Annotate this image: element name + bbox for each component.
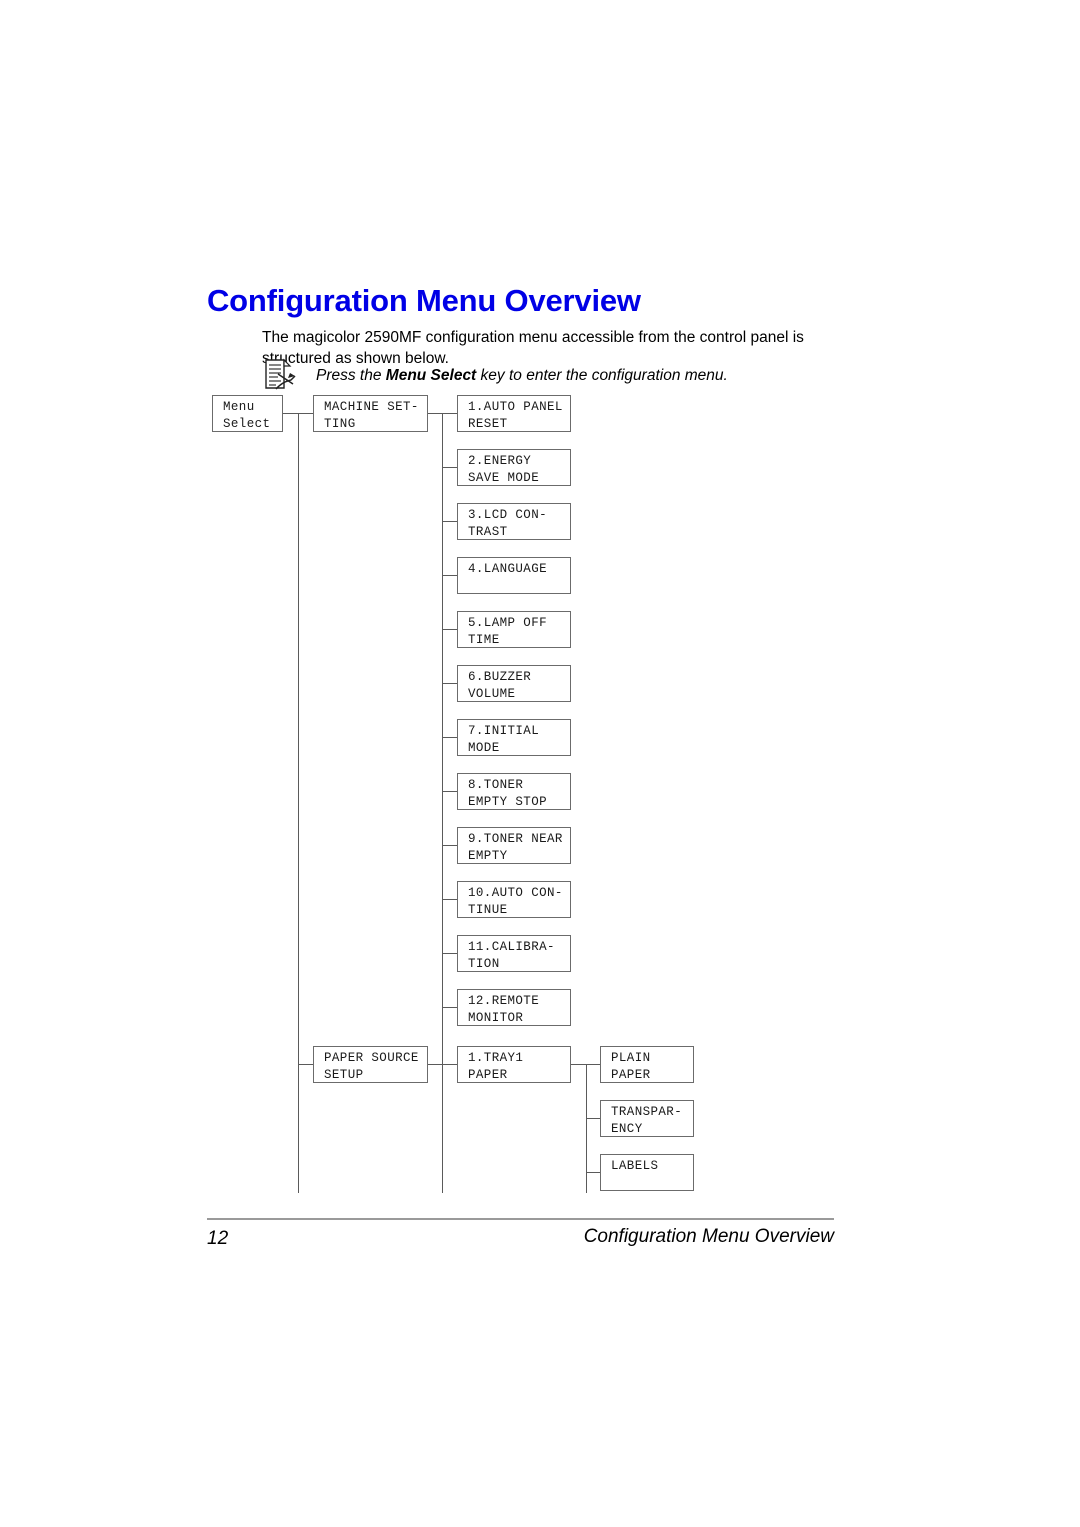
menu-node-auto-continue[interactable]: 10.AUTO CON- TINUE [457, 881, 571, 918]
stub-item-7 [442, 737, 457, 738]
menu-node-buzzer-volume[interactable]: 6.BUZZER VOLUME [457, 665, 571, 702]
trunk-level1 [298, 413, 299, 1193]
menu-node-initial-mode[interactable]: 7.INITIAL MODE [457, 719, 571, 756]
stub-tray1 [442, 1064, 457, 1065]
stub-item-5 [442, 629, 457, 630]
menu-node-plain-paper[interactable]: PLAIN PAPER [600, 1046, 694, 1083]
menu-node-machine-setting[interactable]: MACHINE SET- TING [313, 395, 428, 432]
trunk-level2 [442, 413, 443, 1193]
menu-node-transparency[interactable]: TRANSPAR- ENCY [600, 1100, 694, 1137]
document-page: Configuration Menu Overview The magicolo… [0, 0, 1080, 1527]
configuration-menu-tree: Menu Select MACHINE SET- TING PAPER SOURCE… [0, 0, 1080, 1527]
stub-item-9 [442, 845, 457, 846]
stub-item-1 [442, 413, 457, 414]
footer-page-number: 12 [207, 1228, 229, 1249]
stub-tray1-out [571, 1064, 586, 1065]
stub-transp [586, 1118, 600, 1119]
stub-item-10 [442, 899, 457, 900]
menu-node-labels[interactable]: LABELS [600, 1154, 694, 1191]
stub-machine-setting [298, 413, 313, 414]
menu-node-menu-select[interactable]: Menu Select [212, 395, 283, 432]
stub-item-8 [442, 791, 457, 792]
menu-node-toner-near-empty[interactable]: 9.TONER NEAR EMPTY [457, 827, 571, 864]
stub-item-4 [442, 575, 457, 576]
stub-item-11 [442, 953, 457, 954]
menu-node-toner-empty-stop[interactable]: 8.TONER EMPTY STOP [457, 773, 571, 810]
menu-node-auto-panel-reset[interactable]: 1.AUTO PANEL RESET [457, 395, 571, 432]
menu-node-lamp-off-time[interactable]: 5.LAMP OFF TIME [457, 611, 571, 648]
menu-node-tray1-paper[interactable]: 1.TRAY1 PAPER [457, 1046, 571, 1083]
stub-item-2 [442, 467, 457, 468]
footer-divider [207, 1218, 834, 1220]
trunk-level3 [586, 1064, 587, 1193]
menu-node-energy-save-mode[interactable]: 2.ENERGY SAVE MODE [457, 449, 571, 486]
stub-machine-out [428, 413, 443, 414]
menu-node-calibration[interactable]: 11.CALIBRA- TION [457, 935, 571, 972]
menu-node-remote-monitor[interactable]: 12.REMOTE MONITOR [457, 989, 571, 1026]
stub-item-12 [442, 1007, 457, 1008]
footer-running-title: Configuration Menu Overview [583, 1226, 834, 1247]
stub-labels [586, 1172, 600, 1173]
menu-node-paper-source-setup[interactable]: PAPER SOURCE SETUP [313, 1046, 428, 1083]
stub-item-3 [442, 521, 457, 522]
menu-node-language[interactable]: 4.LANGUAGE [457, 557, 571, 594]
stub-paper-source [298, 1064, 313, 1065]
stub-item-6 [442, 683, 457, 684]
stub-plain [586, 1064, 600, 1065]
menu-node-lcd-contrast[interactable]: 3.LCD CON- TRAST [457, 503, 571, 540]
stub-root [283, 413, 299, 414]
stub-paper-source-out [428, 1064, 443, 1065]
